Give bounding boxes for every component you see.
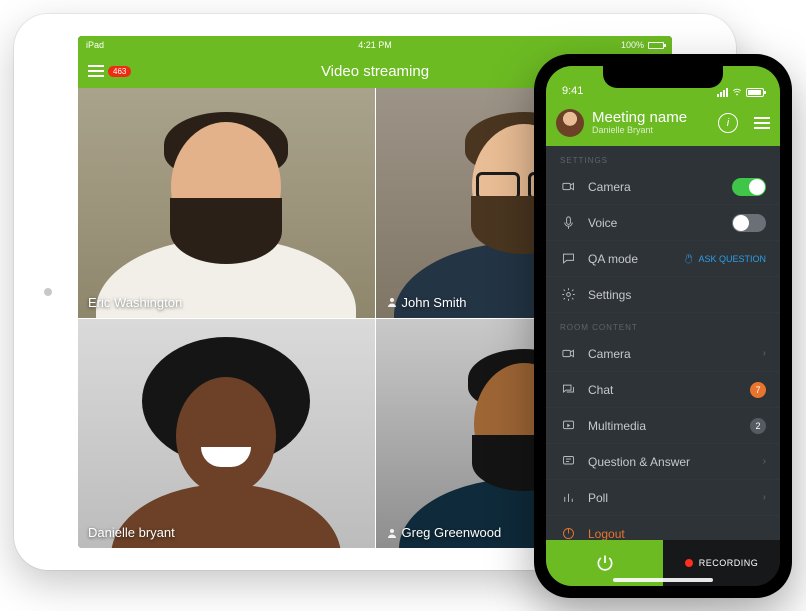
meeting-title: Meeting name: [592, 110, 710, 126]
battery-icon: [746, 88, 764, 97]
video-tile[interactable]: Danielle bryant: [78, 319, 375, 549]
iphone-screen: 9:41 Meeting name Danielle Bryant i SETT…: [546, 66, 780, 586]
menu-button[interactable]: 463: [88, 65, 131, 77]
row-qa-mode[interactable]: QA mode ASK QUESTION: [546, 241, 780, 277]
user-icon: [386, 527, 398, 539]
recording-label: RECORDING: [699, 558, 759, 568]
row-label: Camera: [588, 347, 751, 361]
participant-name: Danielle bryant: [88, 525, 175, 540]
toggle-voice[interactable]: [732, 214, 766, 232]
row-camera-toggle[interactable]: Camera: [546, 169, 780, 205]
menu-button[interactable]: [754, 117, 770, 129]
ipad-status-bar: iPad 4:21 PM 100%: [78, 36, 672, 54]
hamburger-icon: [754, 117, 770, 129]
poll-icon: [560, 490, 576, 506]
home-indicator[interactable]: [613, 578, 713, 582]
ask-question-link[interactable]: ASK QUESTION: [683, 253, 766, 264]
section-header-settings: SETTINGS: [546, 146, 780, 169]
chevron-right-icon: ›: [763, 492, 766, 503]
battery-percent: 100%: [621, 40, 644, 50]
camera-icon: [560, 346, 576, 362]
avatar[interactable]: [556, 109, 584, 137]
power-icon: [595, 553, 615, 573]
row-label: Logout: [588, 527, 766, 541]
gear-icon: [560, 287, 576, 303]
row-label: Voice: [588, 216, 720, 230]
chevron-right-icon: ›: [763, 348, 766, 359]
iphone-device: 9:41 Meeting name Danielle Bryant i SETT…: [534, 54, 792, 598]
info-button[interactable]: i: [718, 113, 738, 133]
chat-icon: [560, 382, 576, 398]
signal-icon: [717, 88, 728, 97]
meeting-header: Meeting name Danielle Bryant i: [546, 100, 780, 146]
row-room-camera[interactable]: Camera ›: [546, 336, 780, 372]
row-label: Multimedia: [588, 419, 738, 433]
notification-badge: 463: [108, 66, 131, 77]
row-settings[interactable]: Settings: [546, 277, 780, 313]
row-multimedia[interactable]: Multimedia 2: [546, 408, 780, 444]
video-tile[interactable]: Eric Washington: [78, 88, 375, 318]
chat-badge: 7: [750, 382, 766, 398]
battery-icon: [648, 42, 664, 49]
row-label: Chat: [588, 383, 738, 397]
row-label: QA mode: [588, 252, 671, 266]
ipad-camera-dot: [44, 288, 52, 296]
camera-icon: [560, 179, 576, 195]
hand-icon: [683, 253, 694, 264]
clock-label: 9:41: [562, 85, 583, 97]
multimedia-badge: 2: [750, 418, 766, 434]
row-chat[interactable]: Chat 7: [546, 372, 780, 408]
row-label: Settings: [588, 288, 766, 302]
row-logout[interactable]: Logout: [546, 516, 780, 540]
meeting-subtitle: Danielle Bryant: [592, 126, 710, 135]
clock-label: 4:21 PM: [358, 40, 392, 50]
toggle-camera[interactable]: [732, 178, 766, 196]
row-poll[interactable]: Poll ›: [546, 480, 780, 516]
participant-name: Eric Washington: [88, 295, 182, 310]
page-title: Video streaming: [321, 63, 429, 80]
participant-name: Greg Greenwood: [402, 525, 502, 540]
qa-icon: [560, 454, 576, 470]
row-label: Question & Answer: [588, 455, 751, 469]
row-qa[interactable]: Question & Answer ›: [546, 444, 780, 480]
settings-list: SETTINGS Camera Voice QA mode ASK QUESTI…: [546, 146, 780, 540]
row-label: Camera: [588, 180, 720, 194]
section-header-room: ROOM CONTENT: [546, 313, 780, 336]
chevron-right-icon: ›: [763, 456, 766, 467]
carrier-label: iPad: [86, 40, 104, 50]
hamburger-icon: [88, 65, 104, 77]
iphone-notch: [603, 66, 723, 88]
wifi-icon: [732, 87, 742, 97]
multimedia-icon: [560, 418, 576, 434]
row-label: Poll: [588, 491, 751, 505]
record-dot-icon: [685, 559, 693, 567]
chat-bubble-icon: [560, 251, 576, 267]
power-icon: [560, 526, 576, 541]
user-icon: [386, 296, 398, 308]
participant-name: John Smith: [402, 295, 467, 310]
row-voice-toggle[interactable]: Voice: [546, 205, 780, 241]
microphone-icon: [560, 215, 576, 231]
